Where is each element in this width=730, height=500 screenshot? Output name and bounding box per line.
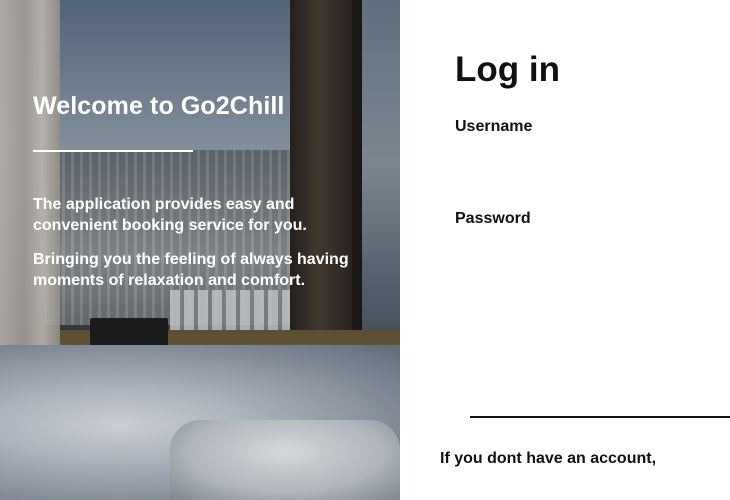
password-label: Password: [455, 210, 531, 227]
form-divider: [470, 416, 730, 418]
username-input[interactable]: [455, 142, 715, 172]
hero-background-image: Welcome to Go2Chill The application prov…: [0, 0, 400, 500]
password-input[interactable]: [455, 234, 715, 264]
welcome-description: The application provides easy and conven…: [33, 196, 307, 234]
welcome-tagline: Bringing you the feeling of always havin…: [33, 251, 349, 289]
login-title: Log in: [455, 50, 560, 89]
login-panel: Log in Username Password If you dont hav…: [400, 0, 730, 500]
username-label: Username: [455, 118, 533, 135]
welcome-title: Welcome to Go2Chill: [33, 92, 285, 120]
signup-prompt: If you dont have an account,: [440, 450, 657, 467]
welcome-divider: [33, 150, 193, 152]
